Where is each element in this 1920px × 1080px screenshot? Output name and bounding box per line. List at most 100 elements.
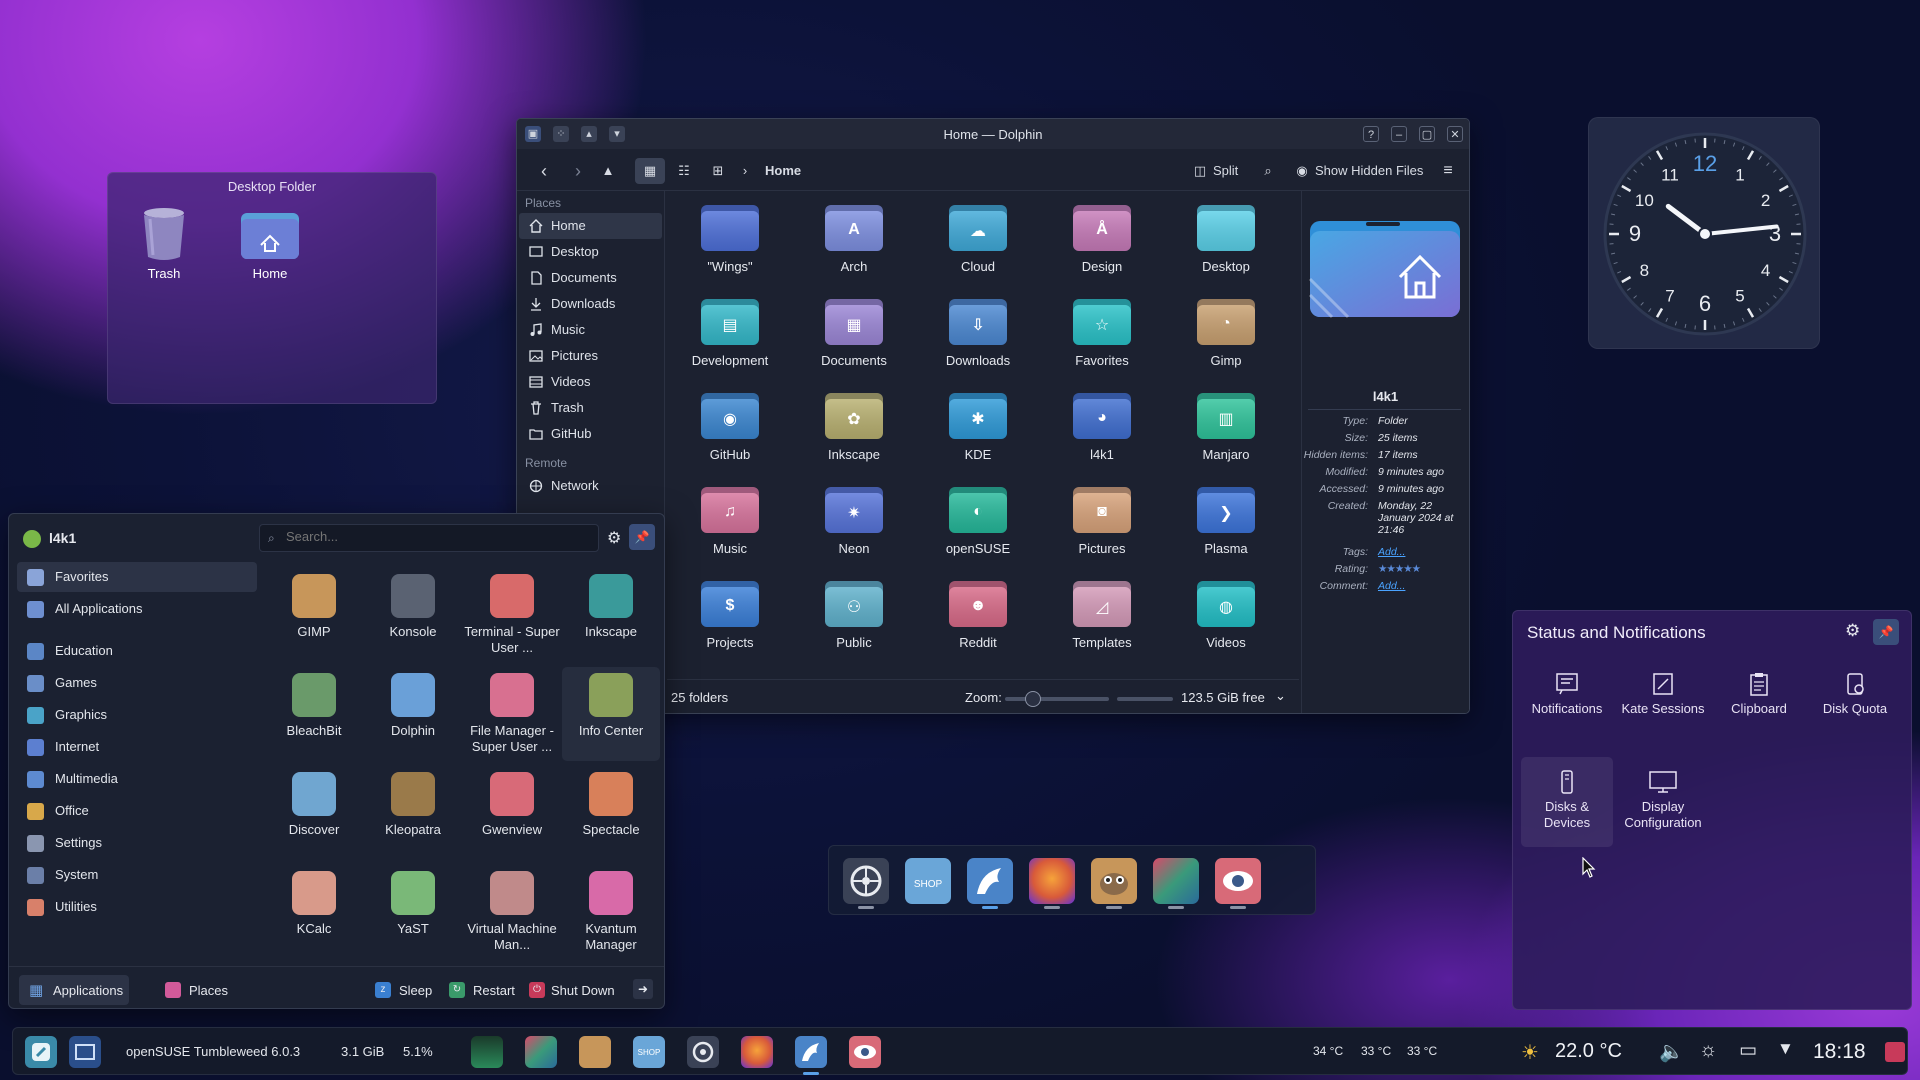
applications-tab[interactable]: ▦ Applications xyxy=(19,975,129,1005)
place-pictures[interactable]: Pictures xyxy=(519,343,662,369)
folder-item[interactable]: ✷ Neon xyxy=(799,485,909,556)
volume-icon[interactable]: 🔈 xyxy=(1659,1039,1684,1064)
info-tags-link[interactable]: Add... xyxy=(1378,546,1405,558)
app-item[interactable]: File Manager - Super User ... xyxy=(463,667,561,761)
discover-dock-icon[interactable]: SHOP xyxy=(905,858,951,904)
gimp-dock-icon[interactable] xyxy=(1091,858,1137,904)
app-item[interactable]: Gwenview xyxy=(463,766,561,860)
zoom-slider[interactable] xyxy=(1005,691,1109,707)
folder-item[interactable]: ▤ Development xyxy=(675,297,785,368)
search-field[interactable] xyxy=(286,529,586,544)
discover-taskbar-icon[interactable]: SHOP xyxy=(633,1036,665,1068)
gimp-taskbar-icon[interactable] xyxy=(579,1036,611,1068)
leave-icon[interactable]: ➜ xyxy=(633,979,653,999)
app-item[interactable]: Inkscape xyxy=(562,568,660,662)
category-item[interactable]: Education xyxy=(17,636,257,666)
icons-view-icon[interactable]: ▦ xyxy=(635,158,665,184)
place-network[interactable]: Network xyxy=(519,473,662,499)
search-input[interactable]: ⌕ xyxy=(259,524,599,552)
sleep-button[interactable]: z Sleep xyxy=(375,975,441,1005)
folder-item[interactable]: ◍ Videos xyxy=(1171,579,1281,650)
tray-expand-chevron-icon[interactable]: ▼ xyxy=(1777,1039,1794,1059)
folder-item[interactable]: ☆ Favorites xyxy=(1047,297,1157,368)
category-item[interactable]: Internet xyxy=(17,732,257,762)
compact-view-icon[interactable]: ☷ xyxy=(669,158,699,184)
category-item[interactable]: All Applications xyxy=(17,594,257,624)
category-item[interactable]: Settings xyxy=(17,828,257,858)
pin-icon[interactable]: 📌 xyxy=(1873,619,1899,645)
back-icon[interactable]: ‹ xyxy=(531,158,557,184)
folder-item[interactable]: ◉ GitHub xyxy=(675,391,785,462)
app-item[interactable]: Dolphin xyxy=(364,667,462,761)
maximize-icon[interactable]: ▢ xyxy=(1419,126,1435,142)
dolphin-dock-icon[interactable] xyxy=(967,858,1013,904)
folder-item[interactable]: ☁ Cloud xyxy=(923,203,1033,274)
place-desktop[interactable]: Desktop xyxy=(519,239,662,265)
minimize-icon[interactable]: – xyxy=(1391,126,1407,142)
weather-icon[interactable]: ☀ xyxy=(1521,1040,1539,1065)
folder-item[interactable]: ◙ Pictures xyxy=(1047,485,1157,556)
info-comment-link[interactable]: Add... xyxy=(1378,580,1405,592)
dolphin-taskbar-icon[interactable] xyxy=(795,1036,827,1068)
display-configuration-item[interactable]: Display Configuration xyxy=(1617,769,1709,831)
folder-item[interactable]: ▦ Documents xyxy=(799,297,909,368)
show-hidden-files-button[interactable]: Show Hidden Files xyxy=(1315,158,1423,184)
folder-item[interactable]: ❯ Plasma xyxy=(1171,485,1281,556)
folder-item[interactable]: ♫ Music xyxy=(675,485,785,556)
place-documents[interactable]: Documents xyxy=(519,265,662,291)
place-music[interactable]: Music xyxy=(519,317,662,343)
gwenview-taskbar-icon[interactable] xyxy=(849,1036,881,1068)
avatar[interactable] xyxy=(23,530,41,548)
folder-item[interactable]: ⚇ Public xyxy=(799,579,909,650)
brightness-icon[interactable]: ☼ xyxy=(1699,1039,1717,1062)
breadcrumb-home[interactable]: Home xyxy=(765,158,801,184)
app-item[interactable]: Terminal - Super User ... xyxy=(463,568,561,662)
session-icon[interactable] xyxy=(1885,1042,1905,1062)
folder-item[interactable]: Desktop xyxy=(1171,203,1281,274)
folder-item[interactable]: ☻ Reddit xyxy=(923,579,1033,650)
app-item[interactable]: Konsole xyxy=(364,568,462,662)
chevron-down-icon[interactable]: ⌄ xyxy=(1275,688,1286,704)
disk-quota-item[interactable]: Disk Quota xyxy=(1809,671,1901,717)
dolphin-titlebar[interactable]: ▣ ⁘ ▴ ▾ Home — Dolphin ? – ▢ ✕ xyxy=(517,119,1469,149)
category-item[interactable]: Graphics xyxy=(17,700,257,730)
display-icon[interactable]: ▭ xyxy=(1739,1039,1757,1062)
show-desktop-icon[interactable] xyxy=(69,1036,101,1068)
clock-time[interactable]: 18:18 xyxy=(1813,1040,1866,1064)
forward-icon[interactable]: › xyxy=(565,158,591,184)
folder-item[interactable]: Å Design xyxy=(1047,203,1157,274)
place-videos[interactable]: Videos xyxy=(519,369,662,395)
firefox-taskbar-icon[interactable] xyxy=(741,1036,773,1068)
notifications-item[interactable]: Notifications xyxy=(1521,671,1613,717)
weather-temperature[interactable]: 22.0 °C xyxy=(1555,1040,1622,1063)
pin-icon[interactable]: 📌 xyxy=(629,524,655,550)
folder-item[interactable]: ◕ l4k1 xyxy=(1047,391,1157,462)
app-item[interactable]: Spectacle xyxy=(562,766,660,860)
category-item[interactable]: Games xyxy=(17,668,257,698)
folder-item[interactable]: ✱ KDE xyxy=(923,391,1033,462)
desktop-trash-item[interactable]: Trash xyxy=(124,205,204,281)
folder-item[interactable]: ⇩ Downloads xyxy=(923,297,1033,368)
category-item[interactable]: Multimedia xyxy=(17,764,257,794)
app-item[interactable]: Virtual Machine Man... xyxy=(463,865,561,959)
app-item[interactable]: BleachBit xyxy=(265,667,363,761)
place-downloads[interactable]: Downloads xyxy=(519,291,662,317)
category-item[interactable]: System xyxy=(17,860,257,890)
app-item[interactable]: Discover xyxy=(265,766,363,860)
places-tab[interactable]: Places xyxy=(161,975,251,1005)
folder-item[interactable]: $ Projects xyxy=(675,579,785,650)
desktop-home-item[interactable]: Home xyxy=(230,209,310,281)
category-item[interactable]: Office xyxy=(17,796,257,826)
folder-item[interactable]: "Wings" xyxy=(675,203,785,274)
place-home[interactable]: Home xyxy=(519,213,662,239)
gwenview-dock-icon[interactable] xyxy=(1215,858,1261,904)
place-github[interactable]: GitHub xyxy=(519,421,662,447)
clipboard-item[interactable]: Clipboard xyxy=(1713,671,1805,717)
folder-item[interactable]: ◐ openSUSE xyxy=(923,485,1033,556)
system-settings-dock-icon[interactable] xyxy=(843,858,889,904)
shutdown-button[interactable]: ⏻ Shut Down xyxy=(529,975,625,1005)
launcher-icon[interactable] xyxy=(25,1036,57,1068)
folder-item[interactable]: A Arch xyxy=(799,203,909,274)
category-item[interactable]: Utilities xyxy=(17,892,257,922)
firefox-dock-icon[interactable] xyxy=(1029,858,1075,904)
